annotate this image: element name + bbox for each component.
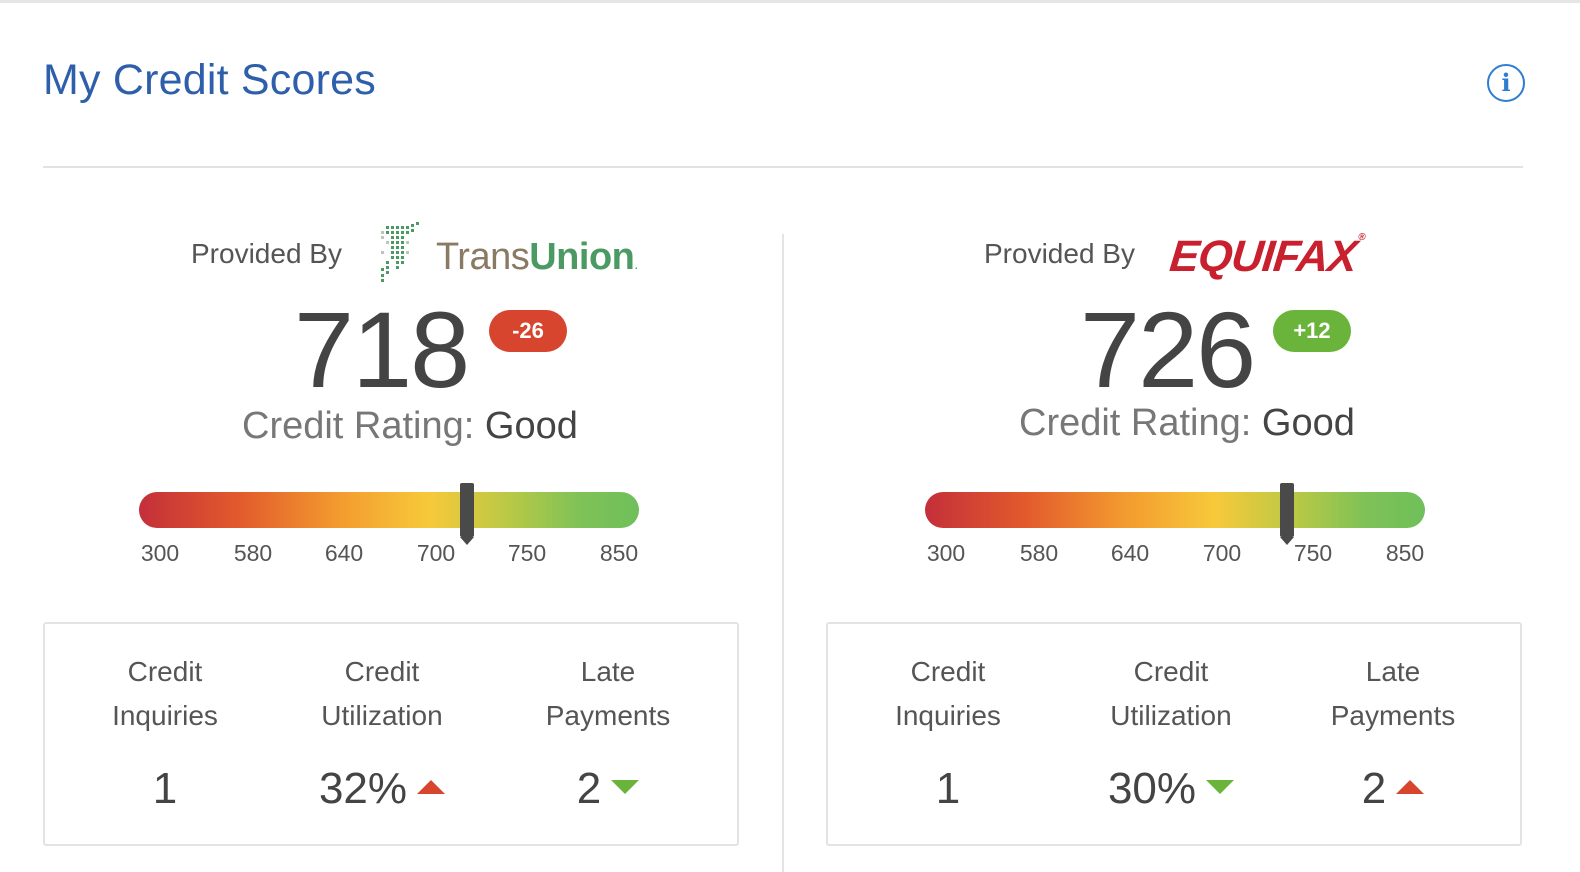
arrow-up-icon (417, 780, 446, 795)
provider-row: Provided By TransUnion. (0, 210, 780, 282)
credit-score-value: 726 (1080, 289, 1256, 410)
stat-label: Credit Utilization (1060, 650, 1282, 738)
gauge-tick: 300 (926, 540, 966, 566)
stat-credit-inquiries: Credit Inquiries 1 (55, 624, 275, 844)
stat-label: Credit Inquiries (55, 650, 275, 738)
transunion-wordmark-part2: Union (529, 236, 635, 278)
score-change-badge: +12 (1273, 310, 1351, 352)
stat-value-text: 1 (152, 764, 178, 813)
stat-value-text: 30% (1107, 764, 1197, 813)
stat-label-line1: Late (1365, 656, 1421, 687)
gauge-tick: 750 (507, 540, 547, 566)
stat-label-line1: Credit (1133, 656, 1209, 687)
arrow-down-icon (1206, 780, 1235, 795)
stat-value-text: 2 (576, 764, 602, 813)
gauge-tick: 300 (140, 540, 180, 566)
stat-label: Credit Inquiries (838, 650, 1058, 738)
gauge-ticks: 300 580 640 700 750 850 (130, 540, 650, 568)
gauge-tick: 580 (233, 540, 273, 566)
stat-label-line1: Credit (910, 656, 986, 687)
info-icon[interactable]: i (1487, 64, 1525, 102)
gauge-tick: 850 (1385, 540, 1425, 566)
stat-label-line2: Utilization (1110, 700, 1232, 731)
transunion-wordmark-part1: Trans (436, 236, 530, 278)
transunion-logo: TransUnion. (378, 218, 638, 288)
score-gauge (925, 483, 1425, 545)
gauge-tick: 640 (324, 540, 364, 566)
page-title: My Credit Scores (43, 56, 376, 104)
stat-value: 1 (55, 764, 275, 814)
stat-value-text: 1 (935, 764, 961, 813)
stat-value-text: 2 (1361, 764, 1387, 813)
stat-label-line2: Inquiries (112, 700, 218, 731)
stat-label-line1: Credit (344, 656, 420, 687)
stat-late-payments: Late Payments 2 (1286, 624, 1500, 844)
credit-rating: Credit Rating: Good (242, 405, 578, 448)
score-gauge (139, 483, 639, 545)
stat-label-line2: Payments (545, 700, 671, 731)
provider-row: Provided By EQUIFAX® (784, 210, 1564, 282)
transunion-logo-mark-icon (381, 222, 419, 282)
stat-value-text: 32% (318, 764, 408, 813)
gauge-tick: 850 (599, 540, 639, 566)
transunion-dot-icon: . (634, 256, 638, 272)
provided-by-label: Provided By (984, 238, 1135, 269)
gauge-tick: 700 (1202, 540, 1242, 566)
credit-score-value: 718 (294, 289, 470, 410)
top-border (0, 0, 1580, 3)
stat-value: 30% (1060, 764, 1282, 814)
gauge-marker-icon (460, 483, 474, 545)
stat-label-line1: Late (580, 656, 636, 687)
stat-label-line2: Payments (1330, 700, 1456, 731)
arrow-down-icon (611, 780, 640, 795)
stat-label: Credit Utilization (275, 650, 489, 738)
stat-value: 2 (501, 764, 715, 814)
gauge-tick: 580 (1019, 540, 1059, 566)
stat-label: Late Payments (1286, 650, 1500, 738)
credit-rating-value: Good (1261, 402, 1355, 444)
stat-late-payments: Late Payments 2 (501, 624, 715, 844)
credit-stats-box: Credit Inquiries 1 Credit Utilization 30… (826, 622, 1522, 846)
score-change-badge: -26 (489, 310, 567, 352)
credit-rating-label: Credit Rating: (1019, 402, 1252, 444)
stat-label: Late Payments (501, 650, 715, 738)
equifax-logo: EQUIFAX® (1167, 232, 1365, 282)
arrow-up-icon (1396, 780, 1425, 795)
gauge-tick: 700 (416, 540, 456, 566)
stat-label-line2: Utilization (321, 700, 443, 731)
credit-rating-label: Credit Rating: (242, 405, 475, 447)
credit-stats-box: Credit Inquiries 1 Credit Utilization 32… (43, 622, 739, 846)
transunion-wordmark: TransUnion. (436, 236, 638, 279)
credit-rating: Credit Rating: Good (1019, 402, 1355, 445)
gauge-ticks: 300 580 640 700 750 850 (916, 540, 1436, 568)
header: My Credit Scores i (43, 56, 1533, 116)
gauge-marker-icon (1280, 483, 1294, 545)
stat-label-line1: Credit (127, 656, 203, 687)
registered-mark-icon: ® (1357, 232, 1366, 243)
stat-credit-inquiries: Credit Inquiries 1 (838, 624, 1058, 844)
stat-value: 1 (838, 764, 1058, 814)
stat-label-line2: Inquiries (895, 700, 1001, 731)
gauge-tick: 640 (1110, 540, 1150, 566)
header-divider (43, 166, 1523, 168)
stat-credit-utilization: Credit Utilization 32% (275, 624, 489, 844)
credit-rating-value: Good (484, 405, 578, 447)
equifax-panel: Provided By EQUIFAX® 726 +12 Credit Rati… (784, 200, 1564, 872)
stat-credit-utilization: Credit Utilization 30% (1060, 624, 1282, 844)
equifax-wordmark: EQUIFAX (1167, 232, 1359, 281)
provided-by-label: Provided By (191, 238, 342, 269)
gauge-tick: 750 (1293, 540, 1333, 566)
stat-value: 32% (275, 764, 489, 814)
stat-value: 2 (1286, 764, 1500, 814)
transunion-panel: Provided By TransUnion. 718 -26 Credit R… (0, 200, 780, 872)
